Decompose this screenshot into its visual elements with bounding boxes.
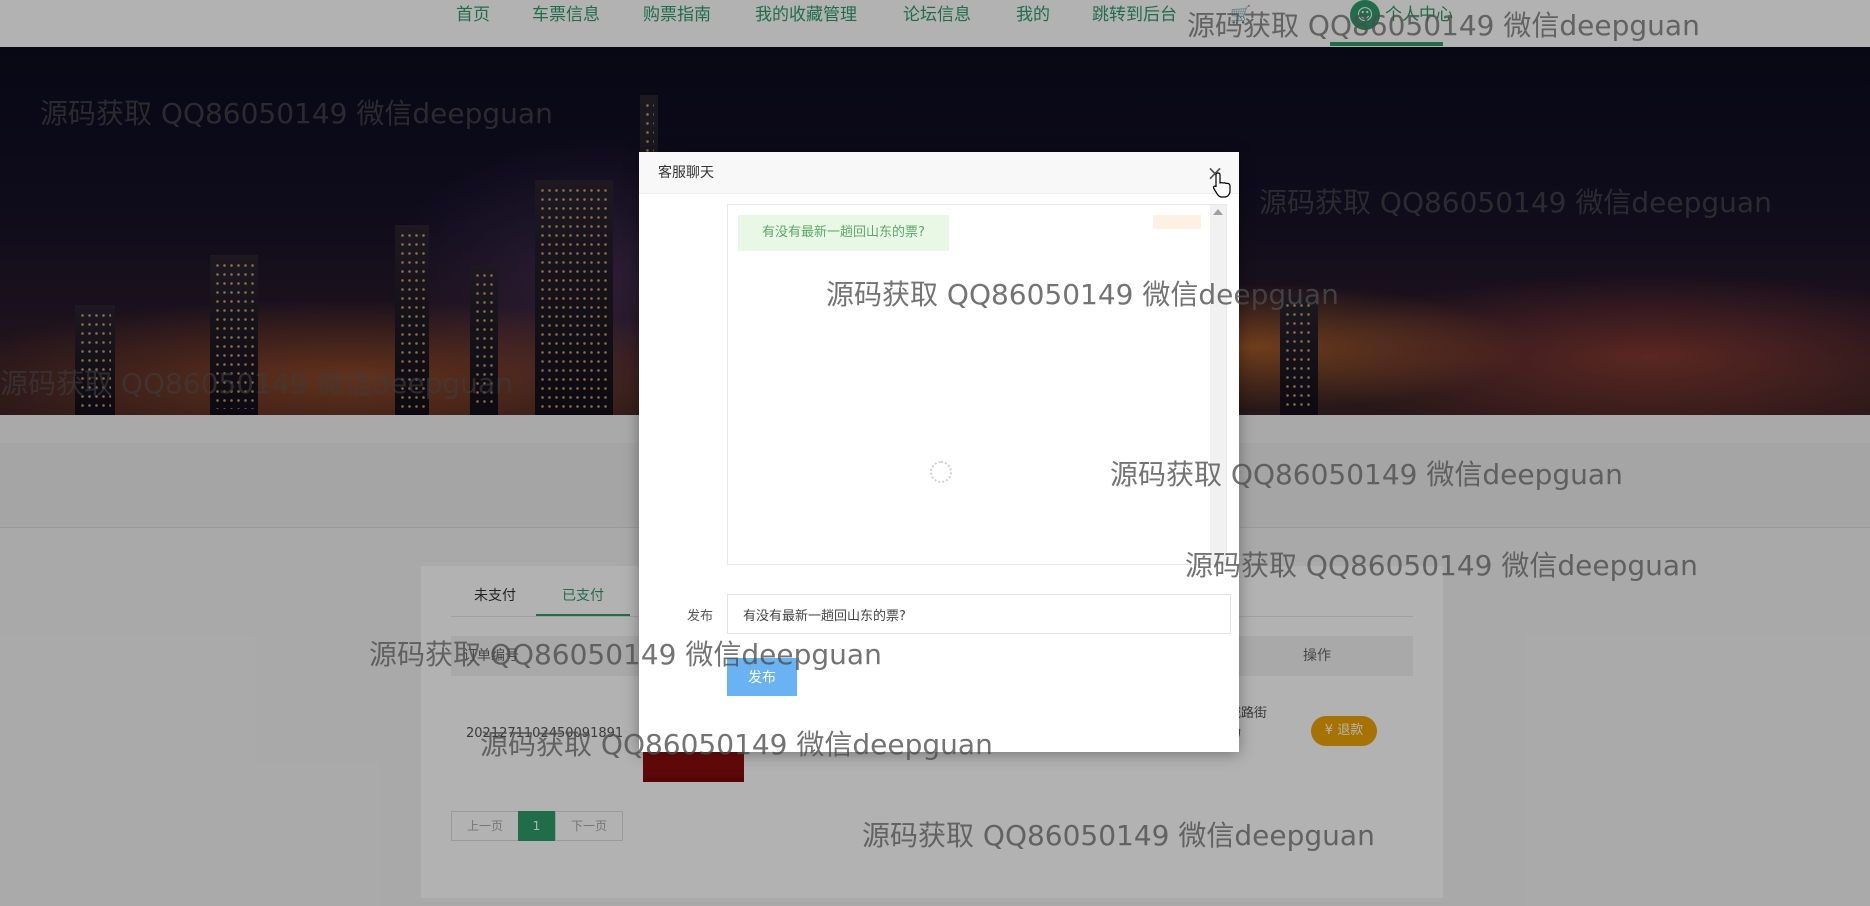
loading-spinner-icon [930, 461, 952, 483]
message-stamp [1153, 215, 1201, 229]
dialog-title: 客服聊天 [658, 165, 714, 181]
chat-message-list[interactable]: 有没有最新一趟回山东的票? [727, 204, 1227, 565]
scroll-up-arrow-icon[interactable] [1213, 209, 1223, 215]
post-submit-button[interactable]: 发布 [727, 658, 797, 696]
chat-message-bubble: 有没有最新一趟回山东的票? [738, 215, 949, 251]
customer-service-chat-dialog: 客服聊天 × 有没有最新一趟回山东的票? 发布 发布 [639, 152, 1239, 752]
mouse-cursor-icon [1212, 172, 1231, 198]
post-field-label: 发布 [687, 609, 714, 624]
chat-message-input[interactable] [727, 594, 1231, 634]
chat-scrollbar[interactable] [1210, 205, 1226, 564]
dialog-header: 客服聊天 × [639, 152, 1239, 194]
